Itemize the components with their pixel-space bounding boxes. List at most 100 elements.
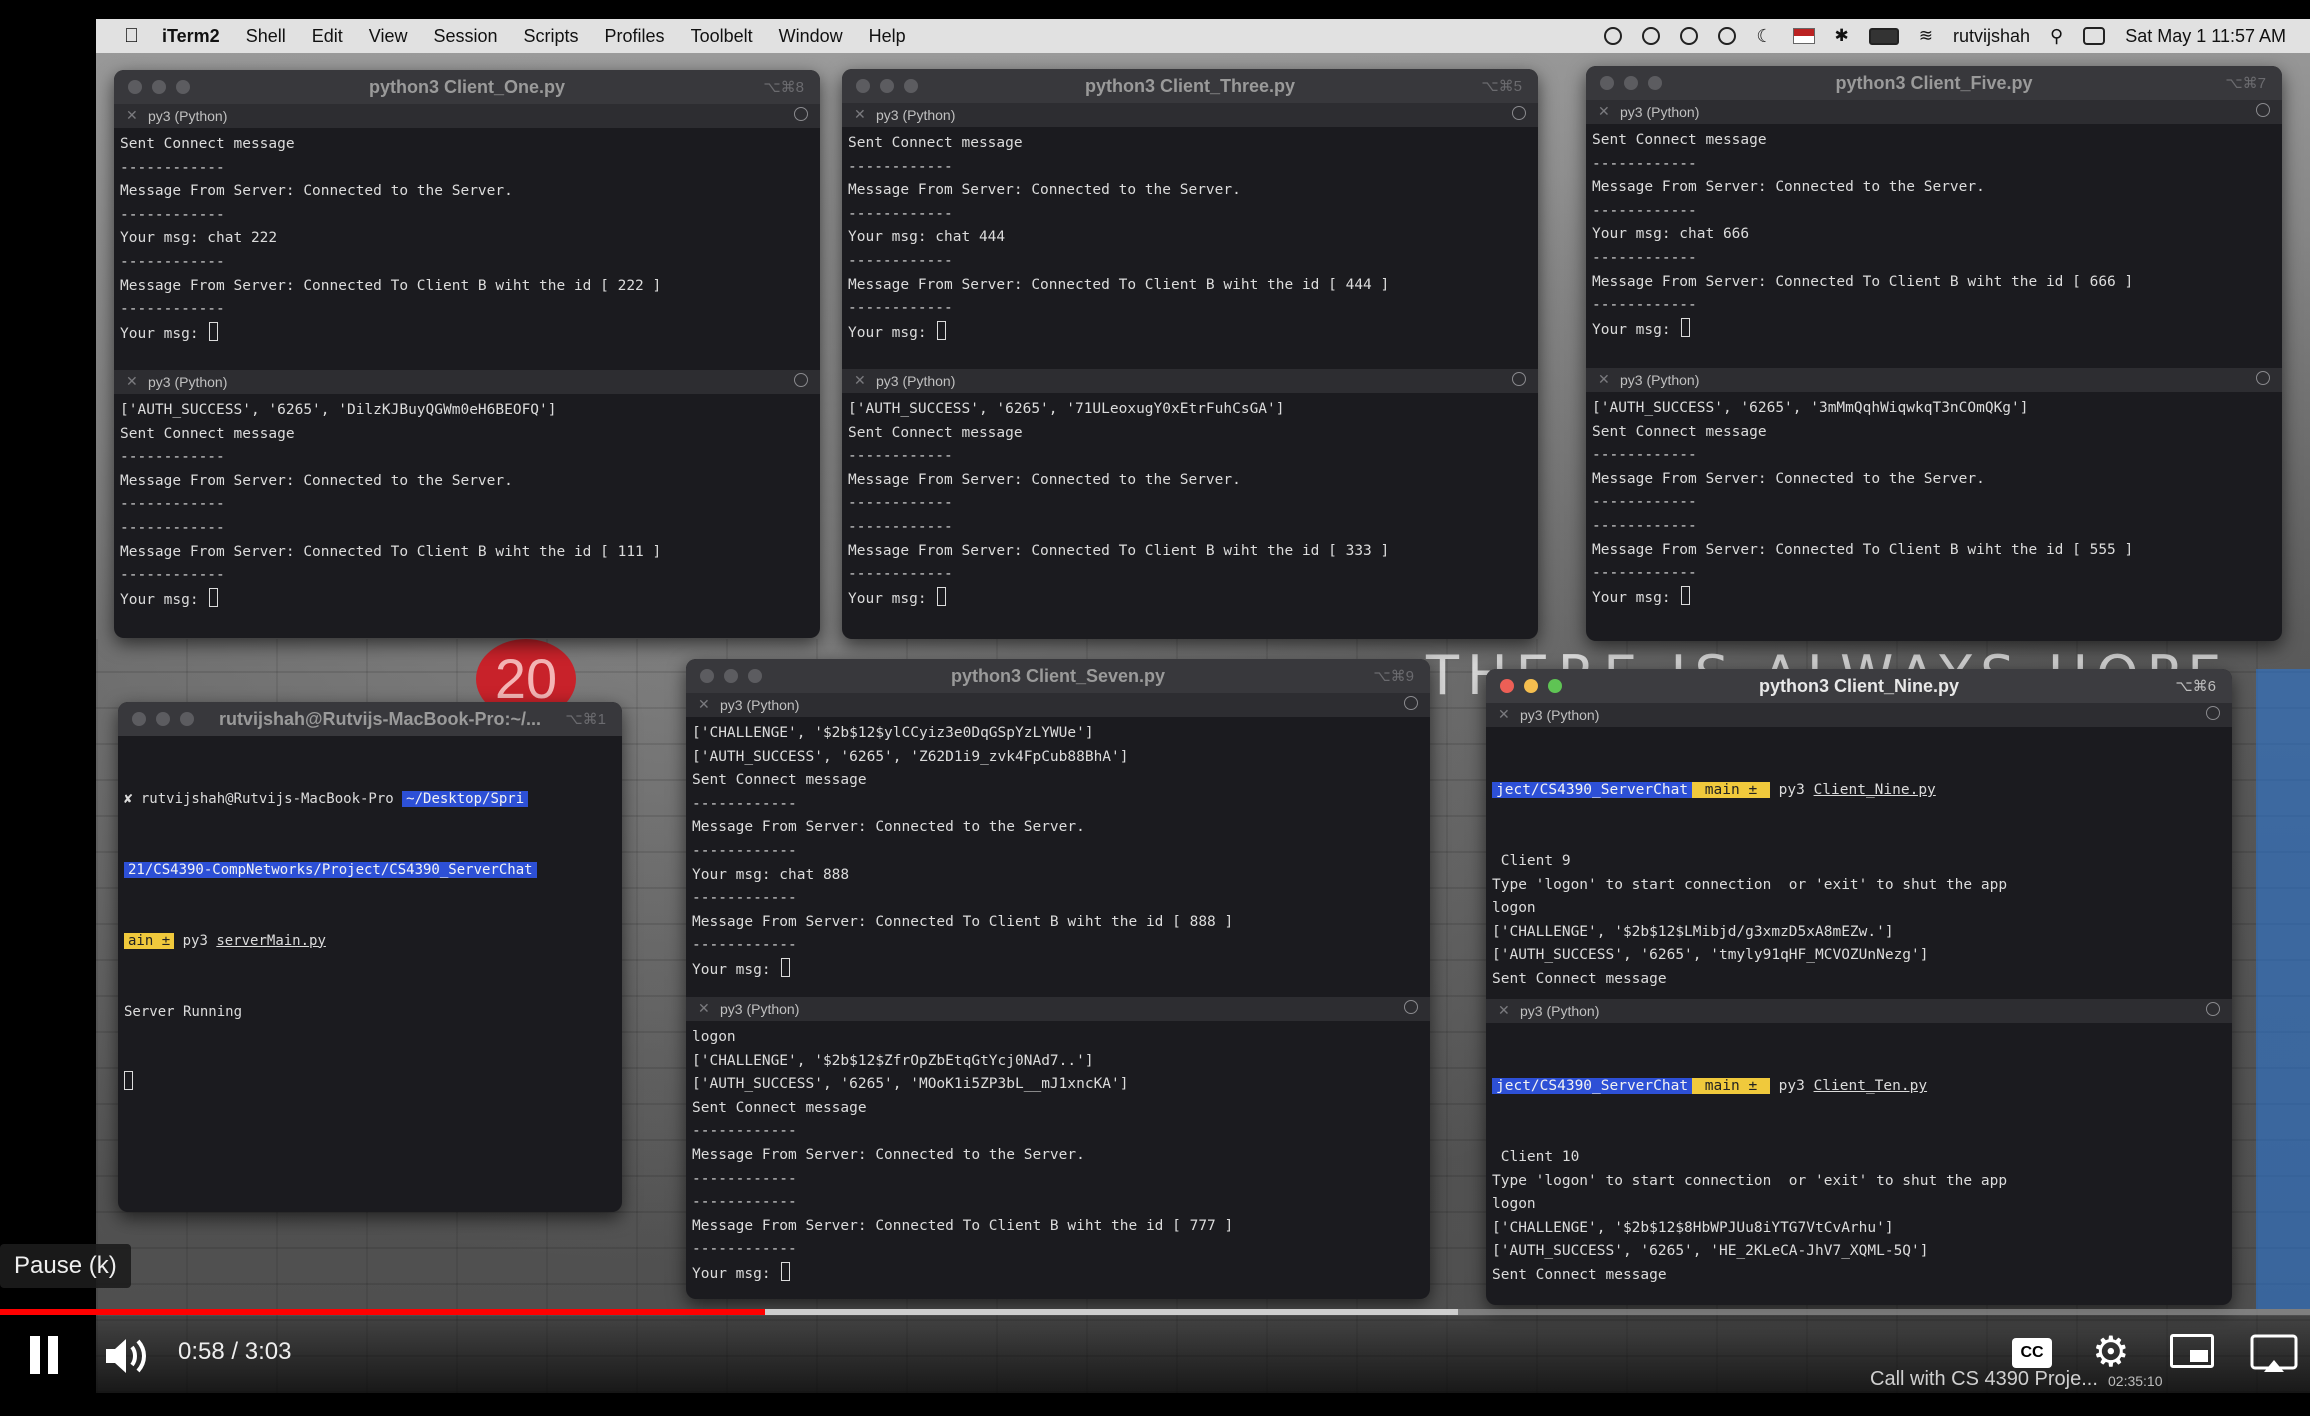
pause-icon[interactable] [28, 1336, 62, 1376]
minimize-window-icon[interactable] [152, 80, 166, 94]
close-pane-icon[interactable]: ✕ [698, 696, 710, 713]
pane-header[interactable]: ✕ py3 (Python) [686, 997, 1430, 1021]
terminal-pane[interactable]: ject/CS4390_ServerChat main ± py3 Client… [1486, 1023, 2232, 1295]
close-pane-icon[interactable]: ✕ [854, 372, 866, 389]
zoom-window-icon[interactable] [1648, 76, 1662, 90]
menu-window[interactable]: Window [779, 26, 843, 47]
window-titlebar[interactable]: python3 Client_Nine.py ⌥⌘6 [1486, 669, 2232, 703]
minimize-window-icon[interactable] [724, 669, 738, 683]
sync-icon[interactable] [1680, 27, 1699, 45]
miniplayer-icon[interactable] [2170, 1334, 2214, 1368]
captions-icon[interactable]: CC [2012, 1338, 2052, 1368]
menu-edit[interactable]: Edit [312, 26, 343, 47]
close-pane-icon[interactable]: ✕ [126, 373, 138, 390]
terminal-pane[interactable]: Sent Connect message ------------ Message … [1586, 124, 2282, 368]
flag-icon[interactable] [1792, 28, 1815, 44]
terminal-pane[interactable]: ['AUTH_SUCCESS', '6265', '3mMmQqhWiqwkqT… [1586, 392, 2282, 641]
menu-scripts[interactable]: Scripts [524, 26, 579, 47]
close-window-icon[interactable] [128, 80, 142, 94]
terminal-window-client-one[interactable]: python3 Client_One.py ⌥⌘8 ✕ py3 (Python) … [114, 70, 820, 638]
pane-header[interactable]: ✕ py3 (Python) [114, 104, 820, 128]
menu-help[interactable]: Help [869, 26, 906, 47]
close-window-icon[interactable] [1500, 679, 1514, 693]
pane-menu-icon[interactable] [1512, 106, 1526, 120]
pane-header[interactable]: ✕ py3 (Python) [686, 693, 1430, 717]
close-pane-icon[interactable]: ✕ [1598, 371, 1610, 388]
menubar-clock[interactable]: Sat May 1 11:57 AM [2125, 26, 2286, 47]
pane-menu-icon[interactable] [1404, 1000, 1418, 1014]
minimize-window-icon[interactable] [1624, 76, 1638, 90]
zoom-window-icon[interactable] [1548, 679, 1562, 693]
close-window-icon[interactable] [856, 79, 870, 93]
pane-header[interactable]: ✕ py3 (Python) [1586, 368, 2282, 392]
pane-menu-icon[interactable] [794, 107, 808, 121]
moon-icon[interactable]: ☾ [1756, 26, 1772, 47]
pane-header[interactable]: ✕ py3 (Python) [1586, 100, 2282, 124]
window-titlebar[interactable]: python3 Client_Seven.py ⌥⌘9 [686, 659, 1430, 693]
menubar-username[interactable]: rutvijshah [1953, 26, 2030, 47]
wifi-icon[interactable]: ≋ [1919, 26, 1933, 46]
close-pane-icon[interactable]: ✕ [854, 106, 866, 123]
close-pane-icon[interactable]: ✕ [1498, 1002, 1510, 1019]
pane-menu-icon[interactable] [2206, 1002, 2220, 1016]
terminal-pane[interactable]: ['AUTH_SUCCESS', '6265', '71ULeoxugY0xEt… [842, 393, 1538, 639]
zoom-window-icon[interactable] [180, 712, 194, 726]
pane-menu-icon[interactable] [2206, 706, 2220, 720]
window-titlebar[interactable]: python3 Client_Three.py ⌥⌘5 [842, 69, 1538, 103]
terminal-pane[interactable]: Sent Connect message ------------ Message … [842, 127, 1538, 369]
close-window-icon[interactable] [132, 712, 146, 726]
terminal-pane[interactable]: ['CHALLENGE', '$2b$12$ylCCyiz3e0DqGSpYzL… [686, 717, 1430, 997]
terminal-pane[interactable]: ✘ rutvijshah@Rutvijs-MacBook-Pro ~/Deskt… [118, 736, 622, 1206]
close-pane-icon[interactable]: ✕ [1598, 103, 1610, 120]
window-titlebar[interactable]: python3 Client_One.py ⌥⌘8 [114, 70, 820, 104]
minimize-window-icon[interactable] [880, 79, 894, 93]
terminal-window-client-seven[interactable]: python3 Client_Seven.py ⌥⌘9 ✕ py3 (Python… [686, 659, 1430, 1299]
close-window-icon[interactable] [700, 669, 714, 683]
pane-menu-icon[interactable] [1404, 696, 1418, 710]
zoom-window-icon[interactable] [748, 669, 762, 683]
pane-menu-icon[interactable] [2256, 103, 2270, 117]
pane-header[interactable]: ✕ py3 (Python) [1486, 703, 2232, 727]
globe-icon[interactable] [1642, 27, 1661, 45]
apple-menu-icon[interactable]:  [124, 25, 158, 48]
close-window-icon[interactable] [1600, 76, 1614, 90]
pane-header[interactable]: ✕ py3 (Python) [114, 370, 820, 394]
pane-menu-icon[interactable] [794, 373, 808, 387]
spotlight-search-icon[interactable]: ⚲ [2050, 26, 2063, 47]
terminal-window-client-five[interactable]: python3 Client_Five.py ⌥⌘7 ✕ py3 (Python)… [1586, 66, 2282, 641]
terminal-window-client-nine[interactable]: python3 Client_Nine.py ⌥⌘6 ✕ py3 (Python)… [1486, 669, 2232, 1305]
terminal-pane[interactable]: Sent Connect message ------------ Message … [114, 128, 820, 370]
close-pane-icon[interactable]: ✕ [126, 107, 138, 124]
pane-menu-icon[interactable] [1512, 372, 1526, 386]
menu-app-name[interactable]: iTerm2 [162, 26, 220, 47]
minimize-window-icon[interactable] [156, 712, 170, 726]
volume-icon[interactable] [104, 1334, 150, 1383]
cast-icon[interactable] [2250, 1334, 2298, 1379]
terminal-pane[interactable]: ['AUTH_SUCCESS', '6265', 'DilzKJBuyQGWm0… [114, 394, 820, 638]
bluetooth-icon[interactable]: ✱ [1835, 26, 1849, 46]
battery-icon[interactable] [1868, 27, 1899, 45]
pane-menu-icon[interactable] [2256, 371, 2270, 385]
minimize-window-icon[interactable] [1524, 679, 1538, 693]
pane-header[interactable]: ✕ py3 (Python) [1486, 999, 2232, 1023]
window-titlebar[interactable]: python3 Client_Five.py ⌥⌘7 [1586, 66, 2282, 100]
control-center-icon[interactable] [2083, 27, 2106, 45]
terminal-window-client-three[interactable]: python3 Client_Three.py ⌥⌘5 ✕ py3 (Python… [842, 69, 1538, 639]
close-pane-icon[interactable]: ✕ [698, 1000, 710, 1017]
zoom-window-icon[interactable] [176, 80, 190, 94]
menu-session[interactable]: Session [433, 26, 497, 47]
menu-profiles[interactable]: Profiles [605, 26, 665, 47]
terminal-pane[interactable]: logon ['CHALLENGE', '$2b$12$ZfrOpZbEtqGtY… [686, 1021, 1430, 1299]
pane-header[interactable]: ✕ py3 (Python) [842, 369, 1538, 393]
menu-view[interactable]: View [369, 26, 408, 47]
menu-toolbelt[interactable]: Toolbelt [691, 26, 753, 47]
menu-shell[interactable]: Shell [246, 26, 286, 47]
play-icon[interactable] [1718, 27, 1737, 45]
window-titlebar[interactable]: rutvijshah@Rutvijs-MacBook-Pro:~/... ⌥⌘1 [118, 702, 622, 736]
zoom-window-icon[interactable] [904, 79, 918, 93]
record-icon[interactable] [1604, 27, 1623, 45]
close-pane-icon[interactable]: ✕ [1498, 706, 1510, 723]
terminal-pane-active[interactable]: ject/CS4390_ServerChat main ± py3 Client… [1486, 727, 2232, 999]
pane-header[interactable]: ✕ py3 (Python) [842, 103, 1538, 127]
terminal-window-server[interactable]: rutvijshah@Rutvijs-MacBook-Pro:~/... ⌥⌘1… [118, 702, 622, 1212]
